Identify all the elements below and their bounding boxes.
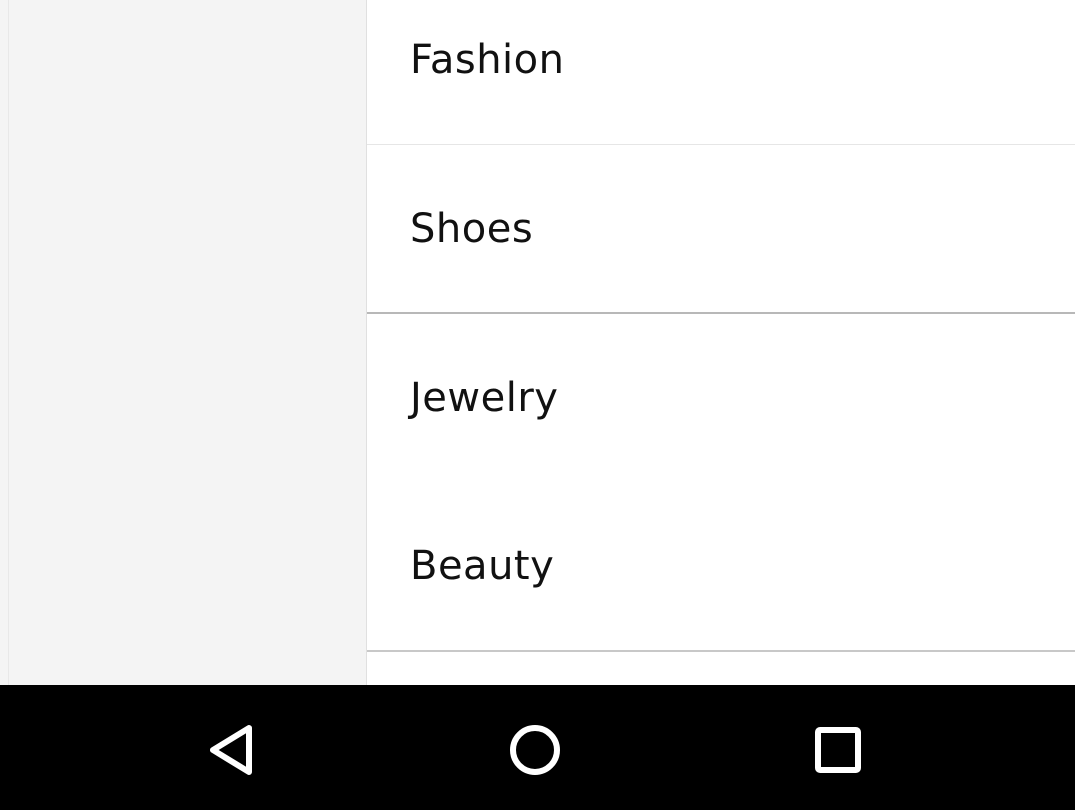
menu-item-fashion[interactable]: Fashion <box>367 0 1075 144</box>
recents-square-icon <box>815 727 861 773</box>
app-screen: Fashion Shoes Jewelry Beauty <box>0 0 1075 685</box>
section-divider <box>367 650 1075 652</box>
menu-item-jewelry[interactable]: Jewelry <box>367 314 1075 482</box>
back-triangle-icon <box>210 725 252 775</box>
content-backdrop <box>0 0 366 685</box>
menu-item-label: Shoes <box>410 206 534 252</box>
menu-item-label: Jewelry <box>410 375 559 421</box>
recents-button[interactable] <box>793 705 883 795</box>
back-button[interactable] <box>187 705 277 795</box>
system-navigation-bar <box>0 685 1075 810</box>
backdrop-edge <box>8 0 9 685</box>
menu-item-beauty[interactable]: Beauty <box>367 482 1075 650</box>
category-menu: Fashion Shoes Jewelry Beauty <box>366 0 1075 685</box>
menu-item-shoes[interactable]: Shoes <box>367 145 1075 313</box>
home-circle-icon <box>510 725 560 775</box>
menu-item-label: Fashion <box>410 37 565 83</box>
home-button[interactable] <box>490 705 580 795</box>
menu-item-label: Beauty <box>410 543 555 589</box>
